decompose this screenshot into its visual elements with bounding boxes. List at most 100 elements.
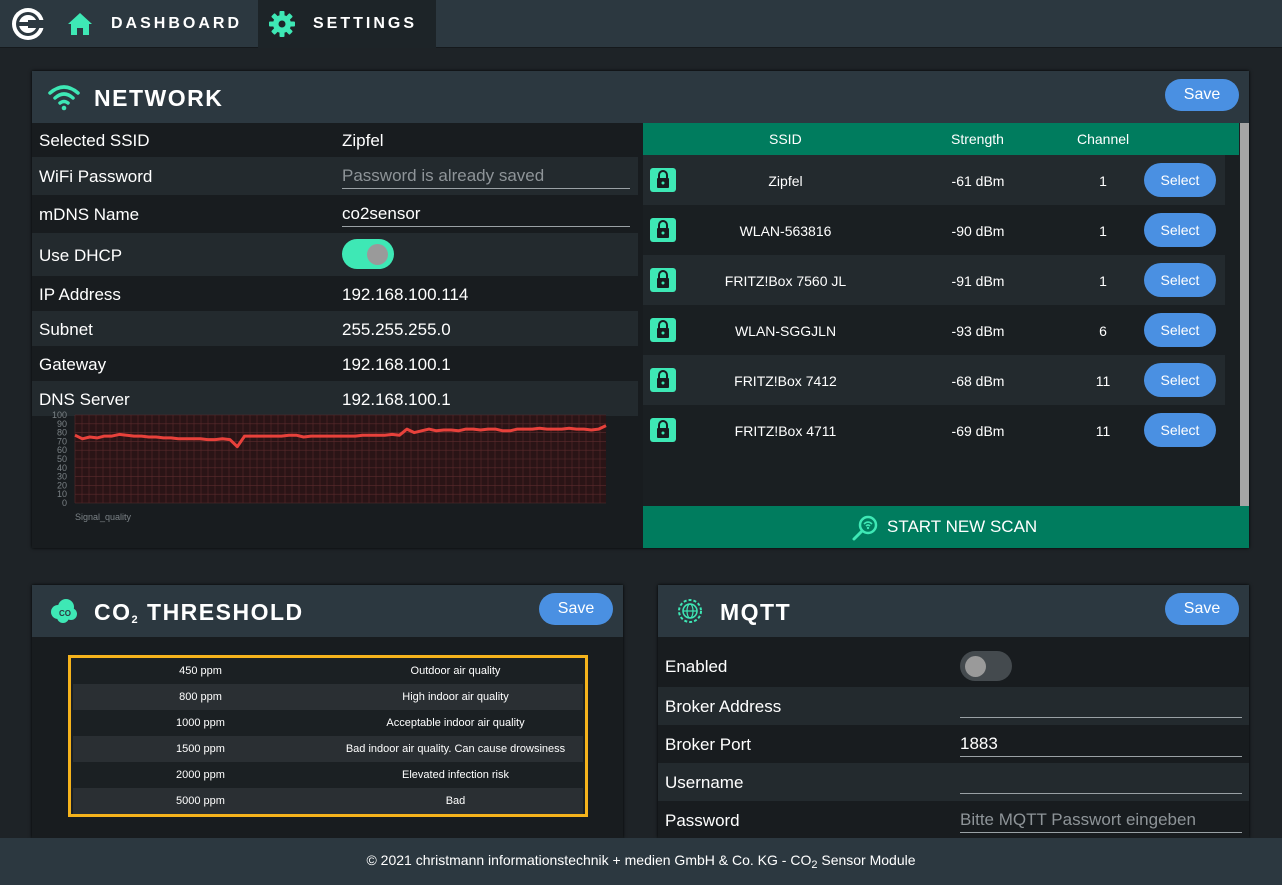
nav-dashboard-label: DASHBOARD bbox=[111, 15, 242, 32]
nav-settings[interactable]: SETTINGS bbox=[258, 0, 436, 48]
ssid-label: Selected SSID bbox=[39, 131, 150, 150]
threshold-description: Acceptable indoor air quality bbox=[386, 717, 525, 729]
row-wifi-password: WiFi Password Password is already saved bbox=[32, 157, 638, 195]
scan-ssid: FRITZ!Box 7412 bbox=[734, 373, 837, 389]
scan-scrollbar-thumb[interactable] bbox=[1240, 123, 1249, 506]
select-network-button[interactable]: Select bbox=[1144, 413, 1216, 447]
mqtt-row-username: Username bbox=[658, 763, 1249, 801]
scan-table-header: SSID Strength Channel bbox=[643, 123, 1239, 155]
mqtt-toggle-knob bbox=[965, 656, 986, 677]
mqtt-password-label: Password bbox=[665, 811, 740, 830]
mqtt-password-input[interactable]: Bitte MQTT Passwort eingeben bbox=[960, 810, 1242, 833]
scan-row: FRITZ!Box 4711 -69 dBm 11 Select bbox=[643, 405, 1225, 455]
threshold-row: 2000 ppm Elevated infection risk bbox=[73, 762, 583, 788]
company-logo[interactable] bbox=[10, 6, 46, 42]
username-input[interactable] bbox=[960, 771, 1242, 794]
mdns-input[interactable]: co2sensor bbox=[342, 204, 630, 227]
scan-strength: -61 dBm bbox=[951, 173, 1005, 189]
wifi-scan-panel: SSID Strength Channel Zipfel -61 dBm 1 Sele… bbox=[643, 123, 1249, 548]
dns-label: DNS Server bbox=[39, 390, 130, 409]
wifi-password-label: WiFi Password bbox=[39, 167, 153, 186]
select-network-button[interactable]: Select bbox=[1144, 363, 1216, 397]
footer-text-prefix: © 2021 christmann informationstechnik + … bbox=[366, 852, 812, 868]
scan-row: WLAN-563816 -90 dBm 1 Select bbox=[643, 205, 1225, 255]
select-network-button[interactable]: Select bbox=[1144, 263, 1216, 297]
scan-ssid: WLAN-563816 bbox=[739, 223, 832, 239]
threshold-description: Bad indoor air quality. Can cause drowsi… bbox=[345, 743, 566, 755]
threshold-row: 1500 ppm Bad indoor air quality. Can caus… bbox=[73, 736, 583, 762]
scan-strength: -91 dBm bbox=[951, 273, 1005, 289]
scan-row: WLAN-SGGJLN -93 dBm 6 Select bbox=[643, 305, 1225, 355]
co2-card-header: CO CO2 THRESHOLD Save bbox=[32, 585, 623, 637]
network-card: NETWORK Save Selected SSID Zipfel WiFi P… bbox=[32, 71, 1249, 548]
threshold-ppm: 450 ppm bbox=[179, 665, 222, 677]
co2-title-suffix: THRESHOLD bbox=[147, 599, 304, 625]
row-gateway: Gateway 192.168.100.1 bbox=[32, 346, 638, 381]
ssid-value: Zipfel bbox=[342, 131, 384, 150]
mqtt-card-header: MQTT Save bbox=[658, 585, 1249, 637]
broker-port-label: Broker Port bbox=[665, 735, 751, 754]
threshold-table: 450 ppm Outdoor air quality 800 ppm High in… bbox=[68, 655, 588, 817]
nav-dashboard[interactable]: DASHBOARD bbox=[56, 0, 256, 48]
svg-text:CO: CO bbox=[59, 609, 71, 618]
signal-quality-chart: 1009080706050403020100Signal_quality bbox=[52, 411, 607, 522]
threshold-description: High indoor air quality bbox=[402, 691, 509, 703]
threshold-description: Bad bbox=[445, 795, 466, 807]
mdns-label: mDNS Name bbox=[39, 205, 140, 224]
threshold-row: 450 ppm Outdoor air quality bbox=[73, 658, 583, 684]
row-subnet: Subnet 255.255.255.0 bbox=[32, 311, 638, 346]
scan-channel: 1 bbox=[1099, 223, 1107, 239]
dhcp-toggle[interactable] bbox=[342, 239, 394, 269]
gateway-label: Gateway bbox=[39, 355, 107, 374]
col-ssid: SSID bbox=[769, 131, 802, 147]
scan-strength: -68 dBm bbox=[951, 373, 1005, 389]
select-network-button[interactable]: Select bbox=[1144, 213, 1216, 247]
ip-value: 192.168.100.114 bbox=[342, 285, 469, 304]
subnet-label: Subnet bbox=[39, 320, 93, 339]
mqtt-row-broker-address: Broker Address bbox=[658, 687, 1249, 725]
mqtt-title: MQTT bbox=[720, 599, 792, 625]
co2-title-sub: 2 bbox=[131, 614, 140, 626]
scan-strength: -93 dBm bbox=[951, 323, 1005, 339]
broker-address-input[interactable] bbox=[960, 695, 1242, 718]
scan-row: FRITZ!Box 7560 JL -91 dBm 1 Select bbox=[643, 255, 1225, 305]
row-dhcp: Use DHCP bbox=[32, 233, 638, 276]
username-label: Username bbox=[665, 773, 744, 792]
select-network-button[interactable]: Select bbox=[1144, 313, 1216, 347]
home-icon bbox=[68, 13, 92, 35]
scan-search-icon bbox=[852, 515, 878, 541]
co2-save-button[interactable]: Save bbox=[539, 593, 613, 625]
mqtt-row-broker-port: Broker Port 1883 bbox=[658, 725, 1249, 763]
co2-title: CO2 THRESHOLD bbox=[94, 599, 304, 626]
mqtt-card: MQTT Save Enabled Broker Address Broker … bbox=[658, 585, 1249, 838]
threshold-ppm: 800 ppm bbox=[179, 691, 222, 703]
row-ip: IP Address 192.168.100.114 bbox=[32, 276, 638, 311]
start-scan-label: START NEW SCAN bbox=[887, 517, 1038, 536]
row-selected-ssid: Selected SSID Zipfel bbox=[32, 123, 638, 157]
wifi-icon bbox=[48, 85, 80, 111]
gear-icon bbox=[269, 11, 295, 37]
select-network-button[interactable]: Select bbox=[1144, 163, 1216, 197]
threshold-row: 5000 ppm Bad bbox=[73, 788, 583, 814]
mqtt-enabled-toggle[interactable] bbox=[960, 651, 1012, 681]
mqtt-save-button[interactable]: Save bbox=[1165, 593, 1239, 625]
row-mdns: mDNS Name co2sensor bbox=[32, 195, 638, 233]
scan-ssid: FRITZ!Box 7560 JL bbox=[724, 273, 847, 289]
network-save-button[interactable]: Save bbox=[1165, 79, 1239, 111]
subnet-value: 255.255.255.0 bbox=[342, 320, 451, 339]
threshold-row: 1000 ppm Acceptable indoor air quality bbox=[73, 710, 583, 736]
mqtt-row-password: Password Bitte MQTT Passwort eingeben bbox=[658, 801, 1249, 838]
threshold-ppm: 5000 ppm bbox=[176, 795, 225, 807]
dhcp-label: Use DHCP bbox=[39, 246, 123, 265]
chart-series-label: Signal_quality bbox=[75, 512, 132, 522]
col-channel: Channel bbox=[1077, 131, 1130, 147]
broker-port-input[interactable]: 1883 bbox=[960, 734, 1242, 757]
network-title: NETWORK bbox=[94, 85, 224, 111]
wifi-password-input[interactable]: Password is already saved bbox=[342, 166, 630, 189]
threshold-ppm: 1500 ppm bbox=[176, 743, 225, 755]
scan-scrollbar[interactable] bbox=[1240, 123, 1249, 506]
start-scan-button[interactable]: START NEW SCAN bbox=[643, 506, 1249, 548]
scan-ssid: FRITZ!Box 4711 bbox=[734, 423, 837, 439]
threshold-ppm: 2000 ppm bbox=[176, 769, 225, 781]
scan-strength: -90 dBm bbox=[951, 223, 1005, 239]
